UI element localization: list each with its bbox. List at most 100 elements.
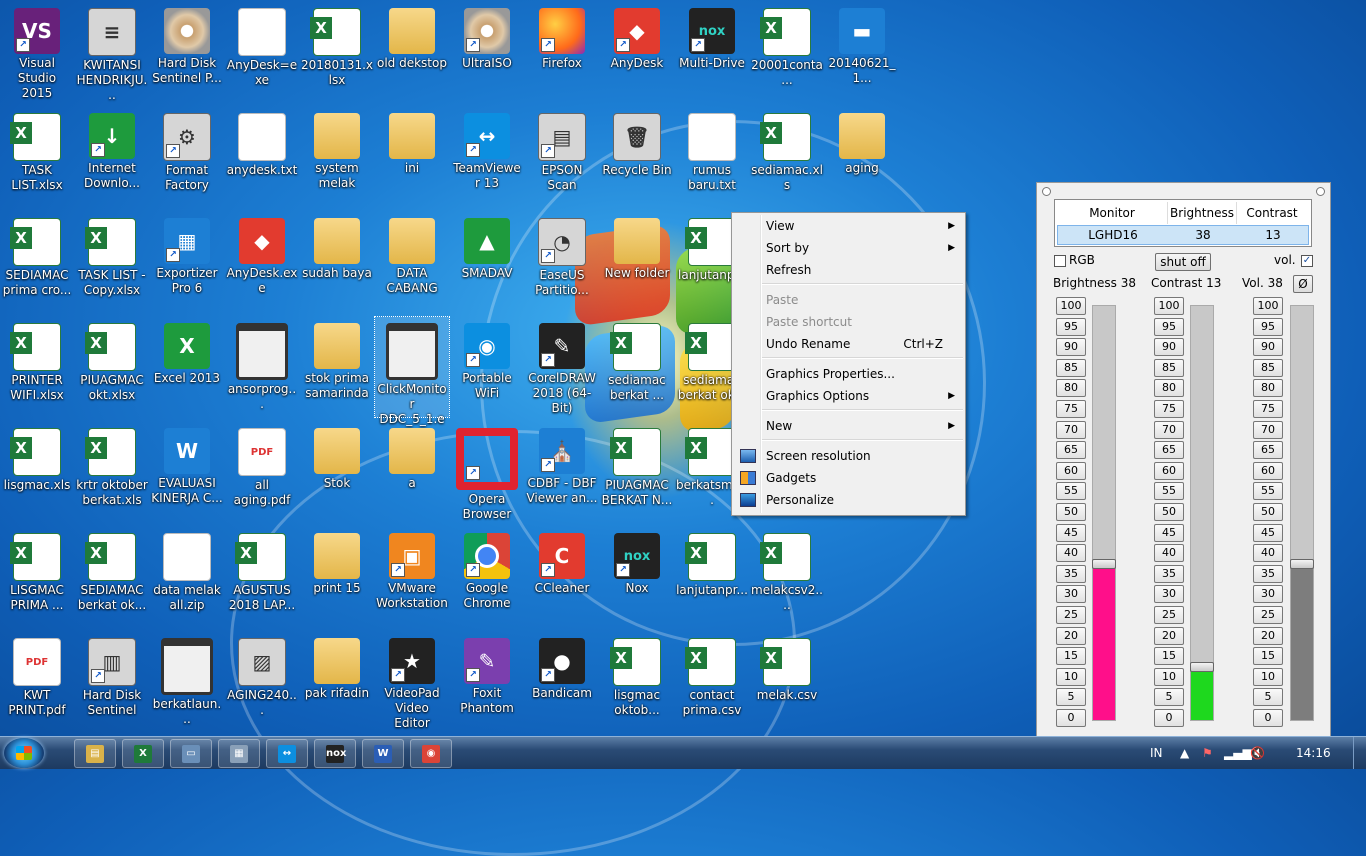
contrast-preset-button[interactable]: 55 — [1154, 482, 1184, 501]
volume-preset-button[interactable]: 5 — [1253, 688, 1283, 707]
desktop-icon[interactable]: PDF all aging.pdf — [225, 422, 299, 522]
desktop-icon[interactable]: ↗ Opera Browser — [450, 422, 524, 522]
desktop-icon[interactable]: 7z data melak all.zip — [150, 527, 224, 627]
desktop-icon[interactable]: C ↗ CCleaner — [525, 527, 599, 627]
desktop-icon[interactable]: ansorprog... — [225, 317, 299, 417]
desktop-icon[interactable]: DATA CABANG — [375, 212, 449, 312]
taskbar-app-excel[interactable]: X — [122, 739, 164, 768]
desktop-icon[interactable]: ✎ ↗ CorelDRAW 2018 (64-Bit) — [525, 317, 599, 417]
volume-preset-button[interactable]: 60 — [1253, 461, 1283, 480]
brightness-preset-button[interactable]: 90 — [1056, 338, 1086, 357]
desktop-icon[interactable]: ini — [375, 107, 449, 207]
desktop-icon[interactable]: ▣ ↗ VMware Workstation — [375, 527, 449, 627]
contrast-preset-button[interactable]: 70 — [1154, 420, 1184, 439]
desktop-icon[interactable]: Hard Disk Sentinel P... — [150, 2, 224, 102]
desktop-icon[interactable]: X Excel 2013 — [150, 317, 224, 417]
volume-preset-button[interactable]: 50 — [1253, 503, 1283, 521]
desktop-icon[interactable]: aging — [825, 107, 899, 207]
contrast-preset-button[interactable]: 0 — [1154, 709, 1184, 727]
brightness-preset-button[interactable]: 45 — [1056, 523, 1086, 542]
menu-item-refresh[interactable]: Refresh — [734, 259, 963, 281]
volume-slider[interactable] — [1290, 305, 1314, 721]
desktop-icon[interactable]: PIUAGMAC okt.xlsx — [75, 317, 149, 417]
contrast-preset-button[interactable]: 80 — [1154, 379, 1184, 398]
desktop-icon[interactable]: sudah baya — [300, 212, 374, 312]
desktop-icon[interactable]: ▲ SMADAV — [450, 212, 524, 312]
volume-preset-button[interactable]: 70 — [1253, 420, 1283, 439]
desktop-icon[interactable]: ★ ↗ VideoPad Video Editor — [375, 632, 449, 732]
menu-item-new[interactable]: New ▶ — [734, 415, 963, 437]
contrast-preset-button[interactable]: 10 — [1154, 667, 1184, 686]
brightness-preset-button[interactable]: 5 — [1056, 688, 1086, 707]
desktop-icon[interactable]: ▤ ↗ EPSON Scan — [525, 107, 599, 207]
contrast-preset-button[interactable]: 60 — [1154, 461, 1184, 480]
menu-item-gadgets[interactable]: Gadgets — [734, 467, 963, 489]
menu-item-graphics-options[interactable]: Graphics Options ▶ — [734, 385, 963, 407]
mute-button[interactable]: Ø — [1293, 275, 1313, 293]
volume-preset-button[interactable]: 85 — [1253, 358, 1283, 377]
desktop-icon[interactable]: melakcsv2.... — [750, 527, 824, 627]
brightness-preset-button[interactable]: 60 — [1056, 461, 1086, 480]
taskbar-app-word[interactable]: W — [362, 739, 404, 768]
desktop-icon[interactable]: a — [375, 422, 449, 522]
brightness-preset-button[interactable]: 20 — [1056, 626, 1086, 645]
taskbar-app-calculator[interactable]: ▦ — [218, 739, 260, 768]
desktop-icon[interactable]: system melak — [300, 107, 374, 207]
desktop-icon[interactable]: ◆ ↗ AnyDesk — [600, 2, 674, 102]
desktop-icon[interactable]: ClickMonitor DDC_5_1.exe — [374, 316, 450, 441]
desktop-icon[interactable]: ↗ Firefox — [525, 2, 599, 102]
volume-preset-button[interactable]: 30 — [1253, 585, 1283, 604]
desktop-icon[interactable]: stok prima samarinda — [300, 317, 374, 417]
desktop-icon[interactable]: LISGMAC PRIMA ... — [0, 527, 74, 627]
start-button[interactable] — [4, 738, 44, 768]
contrast-preset-button[interactable]: 45 — [1154, 523, 1184, 542]
taskbar-app-teamviewer[interactable]: ↔ — [266, 739, 308, 768]
desktop-icon[interactable]: ▨ AGING240... — [225, 632, 299, 732]
brightness-preset-button[interactable]: 55 — [1056, 482, 1086, 501]
contrast-preset-button[interactable]: 50 — [1154, 503, 1184, 521]
desktop-icon[interactable]: PRINTER WIFI.xlsx — [0, 317, 74, 417]
rgb-checkbox[interactable] — [1054, 255, 1066, 267]
volume-preset-button[interactable]: 90 — [1253, 338, 1283, 357]
volume-preset-button[interactable]: 25 — [1253, 606, 1283, 624]
brightness-preset-button[interactable]: 75 — [1056, 400, 1086, 418]
desktop-icon[interactable]: pak rifadin — [300, 632, 374, 732]
volume-preset-button[interactable]: 20 — [1253, 626, 1283, 645]
menu-item-sort-by[interactable]: Sort by ▶ — [734, 237, 963, 259]
desktop-icon[interactable]: anydesk.txt — [225, 107, 299, 207]
contrast-slider-thumb[interactable] — [1190, 662, 1214, 673]
menu-item-graphics-properties[interactable]: Graphics Properties... — [734, 363, 963, 385]
desktop-icon[interactable]: ▥ ↗ Hard Disk Sentinel — [75, 632, 149, 732]
taskbar-app-nox[interactable]: nox — [314, 739, 356, 768]
desktop-icon[interactable]: ↗ Google Chrome — [450, 527, 524, 627]
volume-preset-button[interactable]: 75 — [1253, 400, 1283, 418]
contrast-preset-button[interactable]: 5 — [1154, 688, 1184, 707]
brightness-preset-button[interactable]: 80 — [1056, 379, 1086, 398]
contrast-preset-button[interactable]: 20 — [1154, 626, 1184, 645]
brightness-preset-button[interactable]: 30 — [1056, 585, 1086, 604]
desktop-icon[interactable]: PIUAGMAC BERKAT N... — [600, 422, 674, 522]
desktop-icon[interactable]: ≡ KWITANSI HENDRIKJU... — [75, 2, 149, 102]
desktop-icon[interactable]: lisgmac.xls — [0, 422, 74, 522]
shut-off-button[interactable]: shut off — [1155, 253, 1211, 271]
desktop-icon[interactable]: ⚙ ↗ Format Factory — [150, 107, 224, 207]
desktop-icon[interactable]: W EVALUASI KINERJA C... — [150, 422, 224, 522]
volume-preset-button[interactable]: 15 — [1253, 647, 1283, 666]
desktop-icon[interactable]: New folder — [600, 212, 674, 312]
brightness-preset-button[interactable]: 65 — [1056, 441, 1086, 460]
brightness-preset-button[interactable]: 35 — [1056, 564, 1086, 583]
brightness-slider[interactable] — [1092, 305, 1116, 721]
menu-item-paste-shortcut[interactable]: Paste shortcut — [734, 311, 963, 333]
desktop-icon[interactable]: SEDIAMAC prima cro... — [0, 212, 74, 312]
header-contrast[interactable]: Contrast — [1237, 202, 1307, 224]
action-center-flag-icon[interactable]: ⚑ — [1202, 746, 1213, 760]
contrast-preset-button[interactable]: 40 — [1154, 544, 1184, 563]
menu-item-view[interactable]: View ▶ — [734, 215, 963, 237]
contrast-slider[interactable] — [1190, 305, 1214, 721]
desktop-icon[interactable]: ◔ ↗ EaseUS Partitio... — [525, 212, 599, 312]
brightness-slider-thumb[interactable] — [1092, 558, 1116, 569]
monitor-row[interactable]: LGHD16 38 13 — [1057, 225, 1309, 245]
desktop-icon[interactable]: ◆ AnyDesk.exe — [225, 212, 299, 312]
volume-muted-icon[interactable]: 🔇 — [1250, 746, 1265, 760]
volume-preset-button[interactable]: 0 — [1253, 709, 1283, 727]
